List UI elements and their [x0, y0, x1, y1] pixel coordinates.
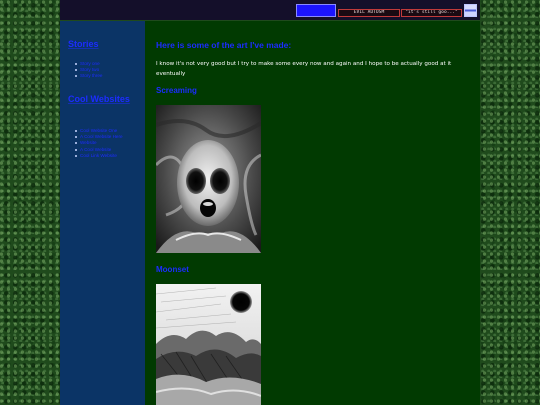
stories-list: Story one Story two Story three [74, 61, 102, 80]
screaming-artwork-image [156, 105, 261, 253]
intro-text: I know it's not very good but I try to m… [156, 61, 452, 77]
websites-list: Cool Website One A Cool Website Here Web… [75, 128, 138, 159]
badge-still-good[interactable]: "it's still goo..." [401, 9, 462, 17]
website-link[interactable]: Cool Link Website [75, 153, 138, 158]
moonset-artwork-image [156, 284, 261, 405]
main-content: Here is some of the art I've made: I kno… [145, 21, 480, 405]
badge-evil-autosm[interactable]: EVIL AUTOSM [338, 9, 400, 17]
sidebar-heading-stories[interactable]: Stories [68, 38, 99, 51]
story-link[interactable]: Story one [74, 61, 102, 66]
website-link[interactable]: A Cool Website [75, 147, 138, 152]
artwork-title: Moonset [156, 265, 189, 274]
story-link[interactable]: Story two [74, 67, 102, 72]
window-icon[interactable] [464, 4, 477, 17]
top-blue-button[interactable] [296, 4, 336, 17]
artwork-title: Screaming [156, 86, 197, 95]
website-link[interactable]: Website [75, 140, 138, 145]
website-link[interactable]: A Cool Website Here [75, 134, 138, 139]
website-link[interactable]: Cool Website One [75, 128, 138, 133]
page-heading: Here is some of the art I've made: [156, 40, 292, 50]
sidebar-heading-cool-websites[interactable]: Cool Websites [68, 93, 138, 106]
story-link[interactable]: Story three [74, 73, 102, 78]
sidebar: Stories Story one Story two Story three … [60, 21, 146, 405]
